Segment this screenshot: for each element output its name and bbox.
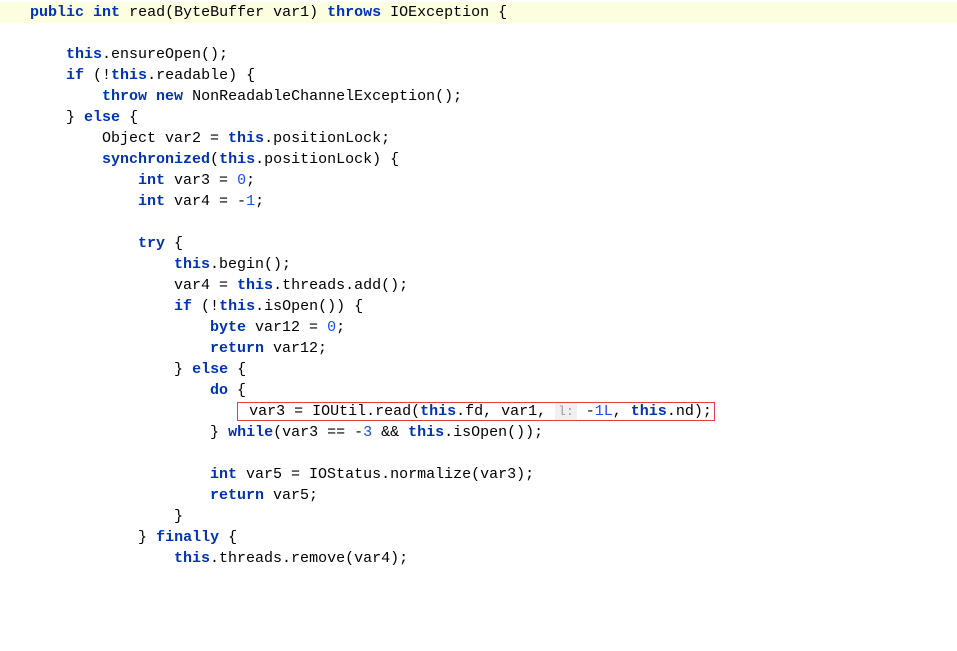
- method-signature: read(ByteBuffer var1): [129, 4, 318, 21]
- code-text: var3 = IOUtil.read(: [249, 403, 420, 420]
- code-text: var3 =: [165, 172, 237, 189]
- brace-close: }: [174, 361, 183, 378]
- keyword-try: try: [138, 235, 165, 252]
- keyword-this: this: [631, 403, 667, 420]
- code-text: .threads.add();: [273, 277, 408, 294]
- keyword-this: this: [237, 277, 273, 294]
- brace-open: {: [228, 529, 237, 546]
- keyword-finally: finally: [156, 529, 219, 546]
- code-text: (var3 == -: [273, 424, 363, 441]
- keyword-while: while: [228, 424, 273, 441]
- code-text: Object var2 =: [102, 130, 228, 147]
- keyword-if: if: [66, 67, 84, 84]
- code-text: ;: [255, 193, 264, 210]
- code-text: var4 = -: [165, 193, 246, 210]
- number-literal: 0: [327, 319, 336, 336]
- number-literal: 1L: [595, 403, 613, 420]
- code-editor[interactable]: public int read(ByteBuffer var1) throws …: [0, 0, 957, 571]
- keyword-public: public: [30, 4, 84, 21]
- keyword-this: this: [228, 130, 264, 147]
- code-text: var12;: [264, 340, 327, 357]
- keyword-this: this: [174, 550, 210, 567]
- code-text: .positionLock) {: [255, 151, 399, 168]
- code-text: .isOpen());: [444, 424, 543, 441]
- code-text: .ensureOpen();: [102, 46, 228, 63]
- keyword-if: if: [174, 298, 192, 315]
- brace-close: }: [138, 529, 147, 546]
- code-text: .positionLock;: [264, 130, 390, 147]
- code-text: .threads.remove(var4);: [210, 550, 408, 567]
- number-literal: 0: [237, 172, 246, 189]
- keyword-int: int: [210, 466, 237, 483]
- code-text: .nd);: [667, 403, 712, 420]
- brace-open: {: [129, 109, 138, 126]
- brace-close: }: [66, 109, 75, 126]
- code-text: &&: [372, 424, 408, 441]
- code-text: -: [577, 403, 595, 420]
- code-text: var4 =: [174, 277, 237, 294]
- code-text: var5 = IOStatus.normalize(var3);: [237, 466, 534, 483]
- parameter-hint: l:: [555, 403, 577, 420]
- exception-type: IOException {: [390, 4, 507, 21]
- keyword-else: else: [192, 361, 228, 378]
- keyword-synchronized: synchronized: [102, 151, 210, 168]
- code-text: var12 =: [246, 319, 327, 336]
- code-text: {: [165, 235, 183, 252]
- keyword-this: this: [219, 298, 255, 315]
- code-text: .fd, var1,: [456, 403, 555, 420]
- code-text: ;: [336, 319, 345, 336]
- brace-close: }: [174, 508, 183, 525]
- code-text: var5;: [264, 487, 318, 504]
- keyword-do: do: [210, 382, 228, 399]
- code-text: (!: [84, 67, 111, 84]
- keyword-throw: throw: [102, 88, 147, 105]
- brace-open: {: [237, 361, 246, 378]
- number-literal: 3: [363, 424, 372, 441]
- keyword-this: this: [111, 67, 147, 84]
- keyword-int: int: [138, 193, 165, 210]
- code-text: ,: [613, 403, 631, 420]
- code-text: {: [228, 382, 246, 399]
- code-text: .begin();: [210, 256, 291, 273]
- keyword-new: new: [156, 88, 183, 105]
- code-text: (!: [192, 298, 219, 315]
- number-literal: 1: [246, 193, 255, 210]
- code-text: ;: [246, 172, 255, 189]
- code-line-highlighted: public int read(ByteBuffer var1) throws …: [0, 2, 957, 23]
- code-text: NonReadableChannelException();: [183, 88, 462, 105]
- keyword-this: this: [66, 46, 102, 63]
- keyword-this: this: [174, 256, 210, 273]
- keyword-int: int: [138, 172, 165, 189]
- keyword-throws: throws: [327, 4, 381, 21]
- brace-close: }: [210, 424, 219, 441]
- keyword-return: return: [210, 487, 264, 504]
- code-text: .readable) {: [147, 67, 255, 84]
- keyword-int: int: [93, 4, 120, 21]
- highlighted-red-box: var3 = IOUtil.read(this.fd, var1, l: -1L…: [237, 402, 715, 421]
- keyword-return: return: [210, 340, 264, 357]
- code-text: (: [210, 151, 219, 168]
- keyword-else: else: [84, 109, 120, 126]
- keyword-this: this: [420, 403, 456, 420]
- keyword-this: this: [219, 151, 255, 168]
- keyword-byte: byte: [210, 319, 246, 336]
- keyword-this: this: [408, 424, 444, 441]
- code-text: .isOpen()) {: [255, 298, 363, 315]
